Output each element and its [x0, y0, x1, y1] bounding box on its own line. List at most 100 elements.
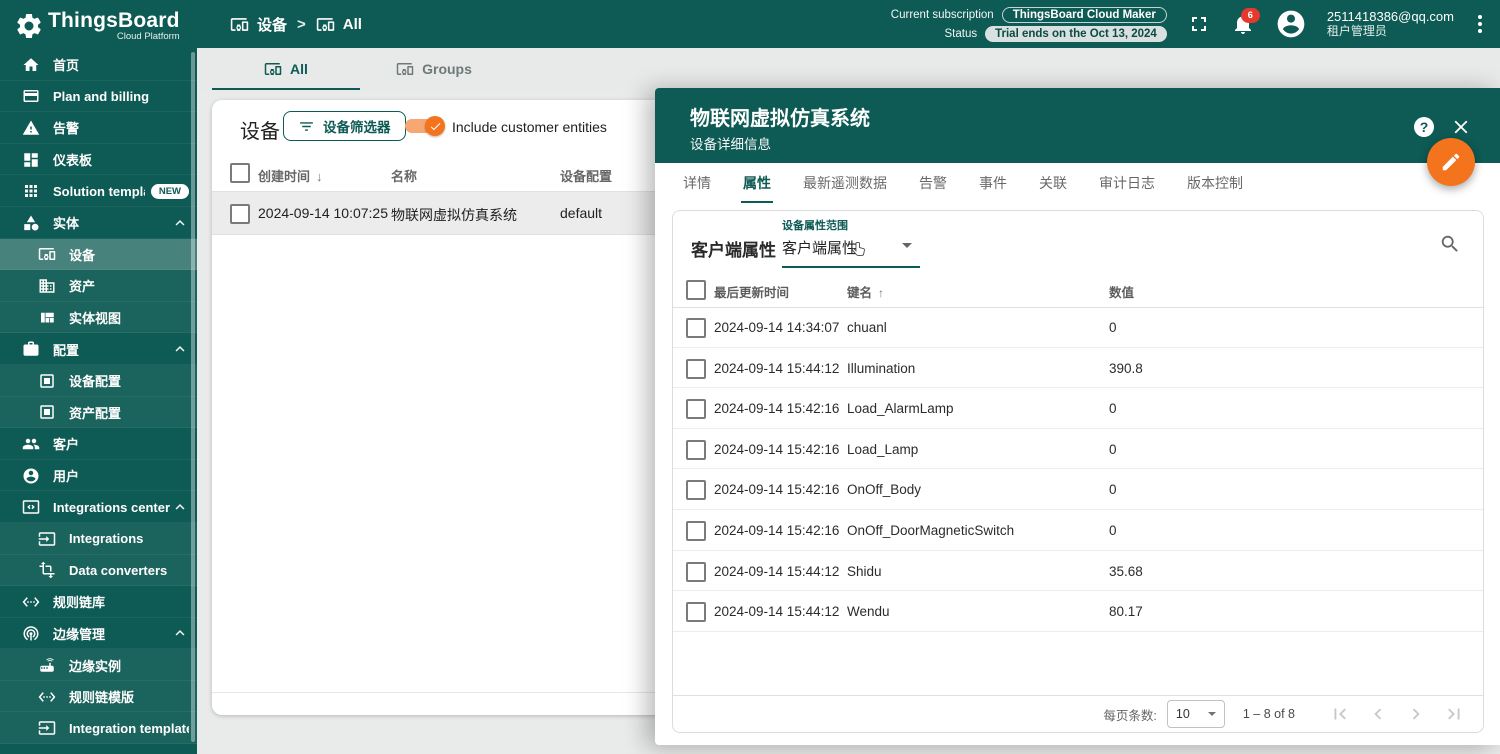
sidebar-item-integrations[interactable]: Integrations — [0, 523, 197, 555]
attribute-row[interactable]: 2024-09-14 15:42:16 OnOff_Body 0 — [673, 469, 1483, 510]
edit-fab-button[interactable] — [1427, 138, 1475, 186]
sidebar-item-data-converters[interactable]: Data converters — [0, 555, 197, 587]
sidebar-item-integration-templates[interactable]: Integration templates — [0, 712, 197, 744]
panel-tab-bar: 详情 属性 最新遥测数据 告警 事件 关联 审计日志 版本控制 — [655, 163, 1500, 203]
first-page-icon[interactable] — [1329, 703, 1351, 725]
sidebar-item-rule-chain-templates[interactable]: 规则链模版 — [0, 681, 197, 713]
tab-version-control[interactable]: 版本控制 — [1171, 163, 1259, 203]
sidebar-item-alarms[interactable]: 告警 — [0, 112, 197, 144]
attribute-row[interactable]: 2024-09-14 15:42:16 Load_Lamp 0 — [673, 429, 1483, 470]
tab-audit-logs[interactable]: 审计日志 — [1083, 163, 1171, 203]
sidebar-group-integrations-center[interactable]: Integrations center — [0, 491, 197, 523]
subscription-chip[interactable]: ThingsBoard Cloud Maker — [1001, 6, 1167, 23]
user-role: 租户管理员 — [1326, 24, 1387, 38]
more-menu-icon[interactable] — [1474, 13, 1486, 35]
sidebar-scrollbar[interactable] — [191, 52, 195, 742]
tab-groups[interactable]: Groups — [360, 48, 508, 90]
column-key[interactable]: 键名 — [847, 282, 884, 301]
brand-logo[interactable]: ThingsBoard Cloud Platform — [0, 0, 197, 42]
thingsboard-gear-icon — [14, 11, 44, 41]
integrations-center-icon — [22, 498, 40, 516]
device-filter-button[interactable]: 设备筛选器 — [283, 111, 406, 141]
sidebar-item-dashboards[interactable]: 仪表板 — [0, 144, 197, 176]
tab-relations[interactable]: 关联 — [1023, 163, 1083, 203]
help-icon[interactable] — [1414, 117, 1434, 137]
tab-alarms[interactable]: 告警 — [903, 163, 963, 203]
breadcrumb-root[interactable]: 设备 — [257, 14, 287, 35]
sidebar-item-device-profiles[interactable]: 设备配置 — [0, 365, 197, 397]
transform-icon — [38, 561, 56, 579]
row-checkbox[interactable] — [686, 561, 706, 582]
fullscreen-icon[interactable] — [1187, 12, 1211, 36]
sidebar-group-profiles[interactable]: 配置 — [0, 333, 197, 365]
column-created-time[interactable]: 创建时间 — [258, 166, 323, 185]
attribute-row[interactable]: 2024-09-14 15:44:12 Illumination 390.8 — [673, 348, 1483, 389]
rule-chain-icon — [22, 593, 40, 611]
select-all-checkbox[interactable] — [686, 280, 706, 300]
devices-icon — [396, 60, 414, 78]
user-block[interactable]: 2511418386@qq.com 租户管理员 — [1327, 9, 1454, 39]
sidebar-item-customers[interactable]: 客户 — [0, 428, 197, 460]
attribute-row[interactable]: 2024-09-14 15:44:12 Shidu 35.68 — [673, 551, 1483, 592]
column-last-update-time[interactable]: 最后更新时间 — [714, 282, 789, 301]
sidebar-item-rule-chains[interactable]: 规则链库 — [0, 586, 197, 618]
attribute-row[interactable]: 2024-09-14 14:34:07 chuanl 0 — [673, 307, 1483, 348]
attribute-row[interactable]: 2024-09-14 15:44:12 Wendu 80.17 — [673, 591, 1483, 632]
sidebar-group-entities[interactable]: 实体 — [0, 207, 197, 239]
dropdown-caret-icon — [1207, 712, 1216, 716]
sidebar-item-entity-views[interactable]: 实体视图 — [0, 302, 197, 334]
breadcrumb-current: All — [342, 15, 362, 33]
row-checkbox[interactable] — [686, 480, 706, 501]
sidebar-item-solution-templates[interactable]: Solution templates NEW — [0, 175, 197, 207]
column-value[interactable]: 数值 — [1109, 282, 1134, 301]
tab-all[interactable]: All — [212, 48, 360, 90]
notifications-button[interactable]: 6 — [1231, 8, 1260, 36]
sidebar-item-users[interactable]: 用户 — [0, 460, 197, 492]
devices-icon — [38, 245, 56, 263]
sidebar-item-devices[interactable]: 设备 — [0, 238, 197, 271]
sidebar-item-plan-billing[interactable]: Plan and billing — [0, 81, 197, 113]
row-checkbox[interactable] — [686, 520, 706, 541]
next-page-icon[interactable] — [1405, 703, 1427, 725]
briefcase-icon — [22, 340, 40, 358]
close-icon[interactable] — [1450, 116, 1472, 138]
row-checkbox[interactable] — [686, 358, 706, 379]
sidebar-item-asset-profiles[interactable]: 资产配置 — [0, 397, 197, 429]
column-device-profile[interactable]: 设备配置 — [560, 166, 612, 185]
select-all-checkbox[interactable] — [230, 163, 250, 183]
row-checkbox[interactable] — [686, 399, 706, 420]
tab-details[interactable]: 详情 — [667, 163, 727, 203]
attribute-row[interactable]: 2024-09-14 15:42:16 Load_AlarmLamp 0 — [673, 388, 1483, 429]
chevron-up-icon — [171, 624, 189, 642]
sidebar-item-home[interactable]: 首页 — [0, 49, 197, 81]
input-icon — [38, 719, 56, 737]
include-customer-entities-toggle[interactable] — [405, 116, 445, 136]
page-size-label: 每页条数: — [1103, 708, 1157, 723]
tab-events[interactable]: 事件 — [963, 163, 1023, 203]
tab-latest-telemetry[interactable]: 最新遥测数据 — [787, 163, 903, 203]
row-checkbox[interactable] — [686, 602, 706, 623]
last-page-icon[interactable] — [1443, 703, 1465, 725]
tab-attributes[interactable]: 属性 — [727, 163, 787, 203]
search-icon[interactable] — [1439, 233, 1461, 255]
attribute-row[interactable]: 2024-09-14 15:42:16 OnOff_DoorMagneticSw… — [673, 510, 1483, 551]
page-size-select[interactable]: 10 — [1166, 700, 1225, 728]
entity-tab-strip: All Groups — [197, 48, 1500, 90]
row-checkbox[interactable] — [686, 318, 706, 338]
antenna-icon — [22, 624, 40, 642]
row-checkbox[interactable] — [686, 439, 706, 460]
avatar[interactable] — [1275, 8, 1307, 40]
column-name[interactable]: 名称 — [391, 166, 417, 185]
row-checkbox[interactable] — [230, 204, 250, 224]
panel-title: 物联网虚拟仿真系统 — [690, 108, 870, 130]
status-chip[interactable]: Trial ends on the Oct 13, 2024 — [985, 25, 1167, 42]
sidebar-group-edge-management[interactable]: 边缘管理 — [0, 618, 197, 650]
mouse-cursor — [849, 241, 868, 260]
sidebar-item-edge-instances[interactable]: 边缘实例 — [0, 649, 197, 681]
dashboard-icon — [22, 151, 40, 169]
chevron-up-icon — [171, 498, 189, 516]
attributes-card: 客户端属性 设备属性范围 客户端属性 最后更新时间 键名 数值 2024-09-… — [672, 210, 1484, 733]
previous-page-icon[interactable] — [1367, 703, 1389, 725]
sidebar-item-assets[interactable]: 资产 — [0, 270, 197, 302]
top-bar: 设备 All Current subscription ThingsBoard … — [0, 0, 1500, 48]
